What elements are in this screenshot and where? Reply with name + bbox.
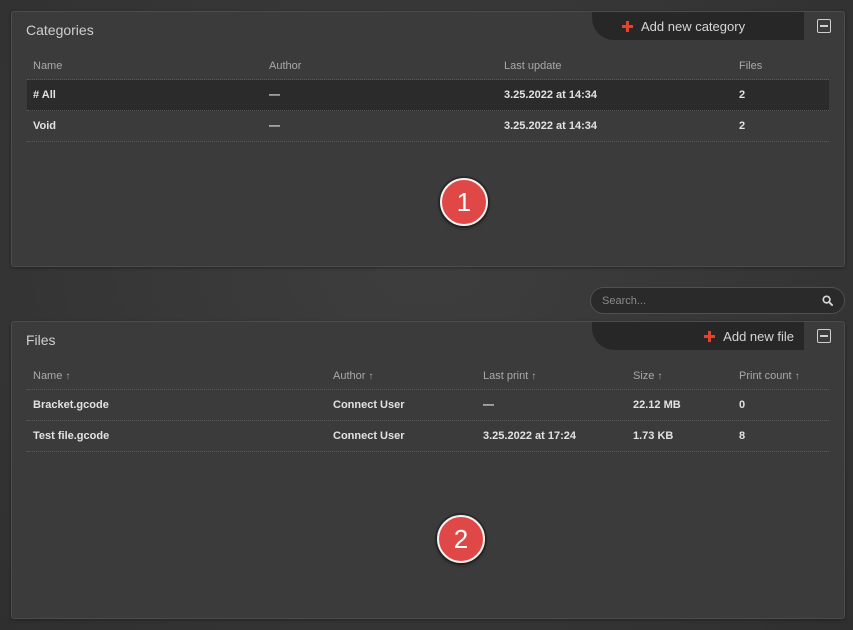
files-table: Name ↑ Author ↑ Last print ↑ Size ↑ Print co… bbox=[27, 362, 829, 452]
sort-arrow-icon: ↑ bbox=[531, 370, 537, 382]
minus-box-icon bbox=[817, 329, 831, 343]
column-header-name-label: Name bbox=[33, 370, 63, 382]
column-header-last-print[interactable]: Last print ↑ bbox=[477, 362, 536, 389]
sort-arrow-icon: ↑ bbox=[657, 370, 663, 382]
collapse-files-button[interactable] bbox=[804, 322, 844, 350]
file-name: Test file.gcode bbox=[33, 430, 110, 442]
file-size: 1.73 KB bbox=[633, 430, 674, 442]
column-header-print-count-label: Print count bbox=[739, 370, 792, 382]
column-header-size[interactable]: Size ↑ bbox=[627, 362, 662, 389]
category-files: 2 bbox=[739, 89, 746, 101]
plus-icon bbox=[704, 330, 716, 342]
sort-arrow-icon: ↑ bbox=[794, 370, 800, 382]
plus-icon bbox=[622, 20, 633, 32]
column-header-last-print-label: Last print bbox=[483, 370, 529, 382]
file-last-print: 3.25.2022 at 17:24 bbox=[483, 430, 576, 442]
category-name: # All bbox=[33, 89, 56, 101]
add-category-button[interactable]: Add new category bbox=[592, 12, 804, 40]
search-input[interactable] bbox=[602, 288, 812, 313]
column-header-name[interactable]: Name ↑ bbox=[27, 362, 70, 389]
category-last-update: 3.25.2022 at 14:34 bbox=[504, 89, 597, 101]
category-name: Void bbox=[33, 120, 57, 132]
file-last-print: — bbox=[483, 399, 494, 411]
category-author: — bbox=[269, 89, 280, 101]
column-header-author-label: Author bbox=[333, 370, 366, 382]
column-header-author[interactable]: Author bbox=[263, 52, 301, 79]
file-print-count: 8 bbox=[739, 430, 746, 442]
file-size: 22.12 MB bbox=[633, 399, 681, 411]
table-header: Name Author Last update Files bbox=[27, 52, 829, 80]
table-row[interactable]: Void — 3.25.2022 at 14:34 2 bbox=[27, 111, 829, 142]
table-header: Name ↑ Author ↑ Last print ↑ Size ↑ Print co… bbox=[27, 362, 829, 390]
sort-arrow-icon: ↑ bbox=[65, 370, 71, 382]
file-author: Connect User bbox=[333, 430, 405, 442]
search-box bbox=[590, 287, 845, 314]
table-row[interactable]: # All — 3.25.2022 at 14:34 2 bbox=[27, 80, 829, 111]
search-icon[interactable] bbox=[822, 295, 833, 306]
file-author: Connect User bbox=[333, 399, 405, 411]
file-name: Bracket.gcode bbox=[33, 399, 109, 411]
categories-table: Name Author Last update Files # All — 3.… bbox=[27, 52, 829, 142]
files-title: Files bbox=[26, 332, 56, 348]
column-header-size-label: Size bbox=[633, 370, 655, 382]
column-header-name[interactable]: Name bbox=[27, 52, 62, 79]
categories-title: Categories bbox=[26, 22, 94, 38]
file-print-count: 0 bbox=[739, 399, 746, 411]
minus-box-icon bbox=[817, 19, 831, 33]
category-author: — bbox=[269, 120, 280, 132]
files-panel: Files Add new file Name ↑ Author ↑ Last pr… bbox=[11, 321, 845, 619]
category-files: 2 bbox=[739, 120, 746, 132]
collapse-categories-button[interactable] bbox=[804, 12, 844, 40]
add-category-label: Add new category bbox=[641, 18, 746, 34]
column-header-print-count[interactable]: Print count ↑ bbox=[733, 362, 800, 389]
sort-arrow-icon: ↑ bbox=[368, 370, 374, 382]
add-file-label: Add new file bbox=[723, 328, 794, 344]
column-header-files[interactable]: Files bbox=[733, 52, 762, 79]
table-row[interactable]: Bracket.gcode Connect User — 22.12 MB 0 bbox=[27, 390, 829, 421]
column-header-author[interactable]: Author ↑ bbox=[327, 362, 373, 389]
category-last-update: 3.25.2022 at 14:34 bbox=[504, 120, 597, 132]
annotation-marker-1: 1 bbox=[440, 178, 488, 226]
column-header-last-update[interactable]: Last update bbox=[498, 52, 562, 79]
table-row[interactable]: Test file.gcode Connect User 3.25.2022 a… bbox=[27, 421, 829, 452]
annotation-marker-2: 2 bbox=[437, 515, 485, 563]
add-file-button[interactable]: Add new file bbox=[592, 322, 804, 350]
categories-panel: Categories Add new category Name Author … bbox=[11, 11, 845, 267]
